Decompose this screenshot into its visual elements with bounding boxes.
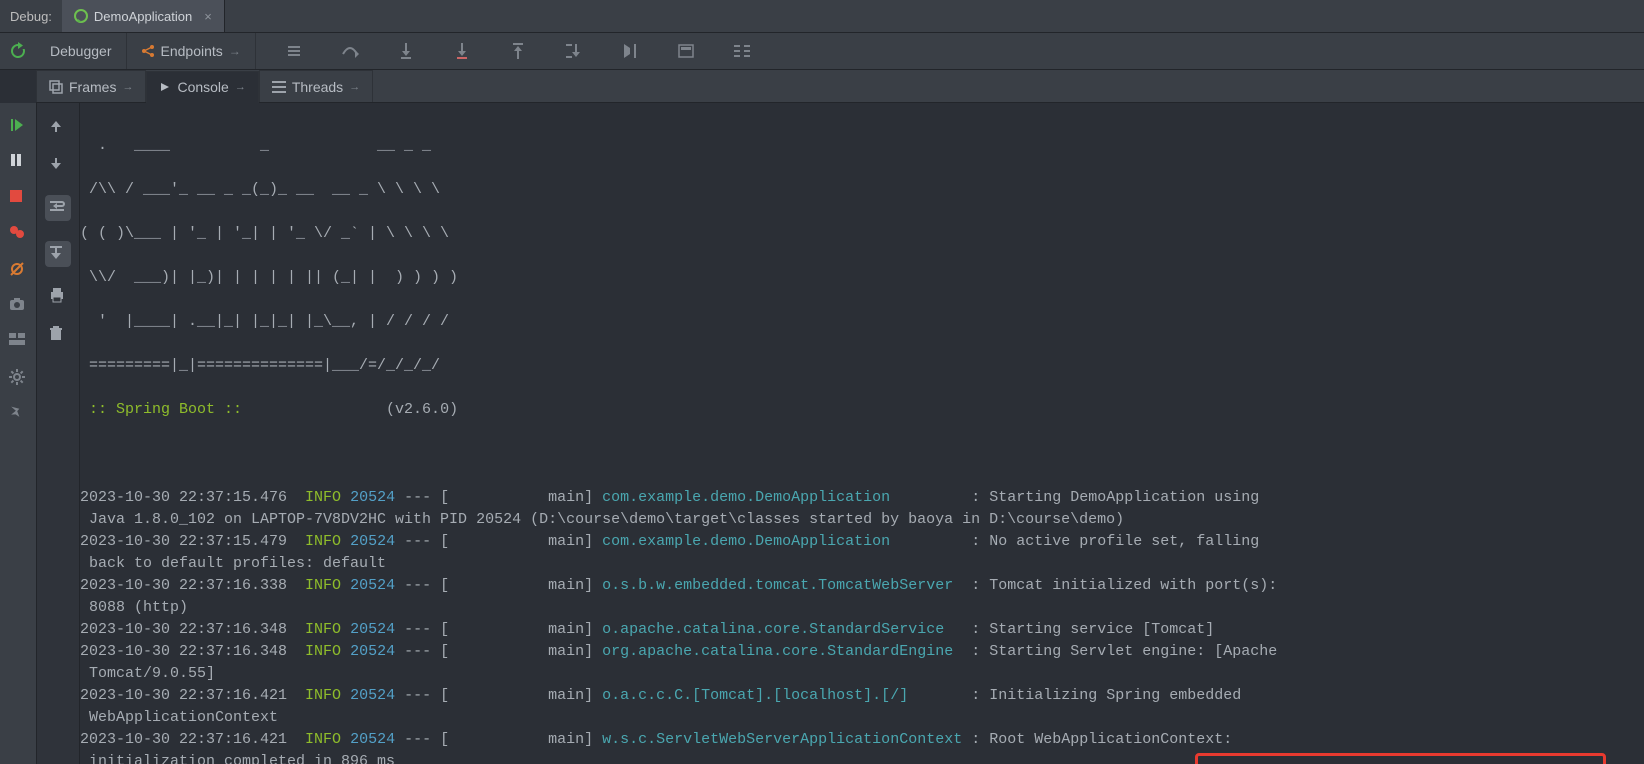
threads-icon bbox=[272, 81, 286, 93]
run-config-name: DemoApplication bbox=[94, 9, 192, 24]
log-line-cont: Tomcat/9.0.55] bbox=[80, 663, 1632, 685]
step-out-icon[interactable] bbox=[500, 43, 536, 59]
evaluate-expression-icon[interactable] bbox=[668, 44, 704, 58]
rerun-button[interactable] bbox=[0, 33, 36, 69]
pin-icon[interactable] bbox=[9, 405, 27, 423]
log-line: 2023-10-30 22:37:16.338 INFO 20524 --- [… bbox=[80, 575, 1632, 597]
debug-topbar: Debug: DemoApplication × bbox=[0, 0, 1644, 33]
tab-endpoints-label: Endpoints bbox=[161, 43, 223, 59]
subtab-threads[interactable]: Threads → bbox=[259, 70, 373, 102]
subtab-threads-label: Threads bbox=[292, 79, 343, 95]
subtab-console[interactable]: Console → bbox=[146, 71, 258, 103]
trace-current-stream-icon[interactable] bbox=[724, 45, 760, 57]
log-line-cont: WebApplicationContext bbox=[80, 707, 1632, 729]
log-line-cont: Java 1.8.0_102 on LAPTOP-7V8DV2HC with P… bbox=[80, 509, 1632, 531]
force-step-into-icon[interactable] bbox=[444, 43, 480, 59]
subtab-frames[interactable]: Frames → bbox=[36, 70, 146, 102]
log-line: 2023-10-30 22:37:15.479 INFO 20524 --- [… bbox=[80, 531, 1632, 553]
tab-debugger-label: Debugger bbox=[50, 43, 112, 59]
log-line-cont: 8088 (http) bbox=[80, 597, 1632, 619]
scroll-down-icon[interactable] bbox=[49, 157, 67, 175]
subtab-console-label: Console bbox=[177, 79, 228, 95]
debugger-toolbar: Debugger Endpoints → bbox=[0, 33, 1644, 70]
step-over-icon[interactable] bbox=[332, 44, 368, 58]
ascii-line: ( ( )\___ | '_ | '_| | '_ \/ _` | \ \ \ … bbox=[80, 223, 1632, 245]
left-action-gutter bbox=[0, 103, 37, 764]
ascii-line: /\\ / ___'_ __ _ _(_)_ __ __ _ \ \ \ \ bbox=[80, 179, 1632, 201]
scroll-to-end-icon[interactable] bbox=[45, 241, 71, 267]
ascii-line: . ____ _ __ _ _ bbox=[80, 135, 1632, 157]
detach-icon[interactable]: → bbox=[229, 44, 241, 58]
drop-frame-icon[interactable] bbox=[556, 44, 592, 58]
step-into-icon[interactable] bbox=[388, 43, 424, 59]
spring-run-icon bbox=[74, 9, 88, 23]
resume-icon[interactable] bbox=[9, 117, 27, 135]
endpoints-icon bbox=[141, 44, 155, 58]
ascii-tag: :: Spring Boot :: (v2.6.0) bbox=[80, 399, 1632, 421]
log-line-cont: initialization completed in 896 ms bbox=[80, 751, 1632, 764]
tab-endpoints[interactable]: Endpoints → bbox=[127, 33, 256, 69]
soft-wrap-icon[interactable] bbox=[45, 195, 71, 221]
frames-icon bbox=[49, 80, 63, 94]
log-line: 2023-10-30 22:37:16.348 INFO 20524 --- [… bbox=[80, 641, 1632, 663]
tab-debugger[interactable]: Debugger bbox=[36, 33, 127, 69]
log-line-cont: back to default profiles: default bbox=[80, 553, 1632, 575]
debugger-subtabs: Frames → Console → Threads → bbox=[36, 70, 1644, 103]
subtab-frames-label: Frames bbox=[69, 79, 116, 95]
close-tab-icon[interactable]: × bbox=[204, 9, 212, 24]
log-line: 2023-10-30 22:37:16.421 INFO 20524 --- [… bbox=[80, 685, 1632, 707]
ascii-line: =========|_|==============|___/=/_/_/_/ bbox=[80, 355, 1632, 377]
console-output[interactable]: . ____ _ __ _ _ /\\ / ___'_ __ _ _(_)_ _… bbox=[80, 103, 1644, 764]
show-exec-point-icon[interactable] bbox=[276, 43, 312, 59]
console-action-gutter bbox=[37, 103, 80, 764]
settings-icon[interactable] bbox=[9, 369, 27, 387]
log-line: 2023-10-30 22:37:16.421 INFO 20524 --- [… bbox=[80, 729, 1632, 751]
run-config-tab[interactable]: DemoApplication × bbox=[62, 0, 225, 32]
ascii-line: \\/ ___)| |_)| | | | | || (_| | ) ) ) ) bbox=[80, 267, 1632, 289]
console-icon bbox=[159, 81, 171, 93]
layout-icon[interactable] bbox=[9, 333, 27, 351]
run-to-cursor-icon[interactable] bbox=[612, 44, 648, 58]
print-icon[interactable] bbox=[49, 287, 67, 305]
log-line: 2023-10-30 22:37:15.476 INFO 20524 --- [… bbox=[80, 487, 1632, 509]
mute-breakpoints-icon[interactable] bbox=[9, 261, 27, 279]
stop-icon[interactable] bbox=[9, 189, 27, 207]
ascii-line: ' |____| .__|_| |_|_| |_\__, | / / / / bbox=[80, 311, 1632, 333]
debug-label: Debug: bbox=[0, 9, 62, 24]
log-line: 2023-10-30 22:37:16.348 INFO 20524 --- [… bbox=[80, 619, 1632, 641]
view-breakpoints-icon[interactable] bbox=[9, 225, 27, 243]
pause-icon[interactable] bbox=[9, 153, 27, 171]
clear-all-icon[interactable] bbox=[49, 325, 67, 343]
scroll-up-icon[interactable] bbox=[49, 119, 67, 137]
camera-icon[interactable] bbox=[9, 297, 27, 315]
